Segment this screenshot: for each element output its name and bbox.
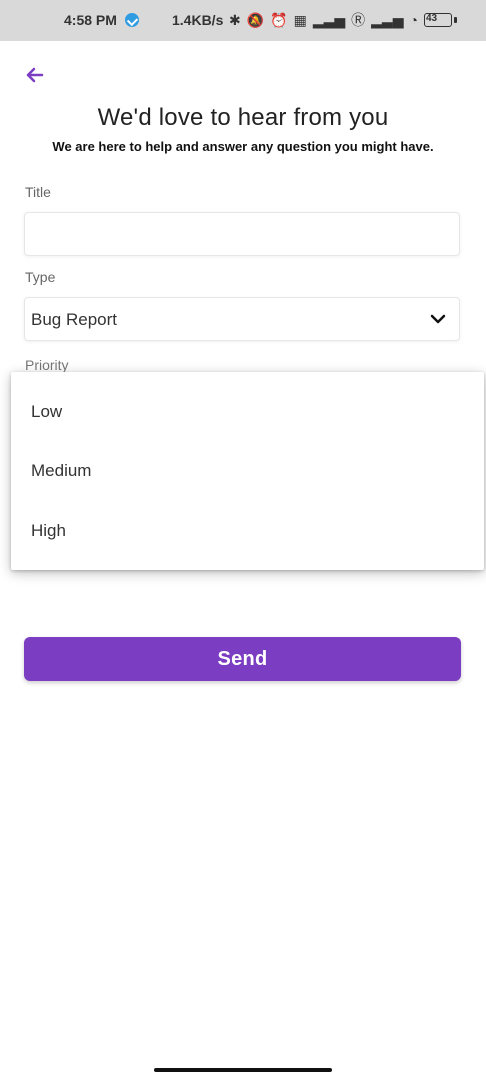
home-indicator[interactable] (154, 1068, 332, 1072)
page-subtitle: We are here to help and answer any quest… (52, 139, 434, 154)
status-icons: ✱ 🔕 ⏰ ▦ ▂▃▅ Ⓡ ▂▃▅ ◔ 43 (229, 10, 457, 30)
send-button[interactable]: Send (24, 637, 461, 681)
signal-1-icon: ▂▃▅ (312, 11, 346, 28)
alarm-icon: ⏰ (270, 11, 288, 28)
wifi-icon: ◔ (409, 12, 418, 28)
title-label: Title (25, 184, 51, 200)
battery-tip (453, 17, 457, 23)
telegram-icon (125, 13, 139, 27)
battery-level: 43 (425, 13, 438, 24)
volte-icon: ▦ (293, 11, 307, 28)
back-button[interactable] (22, 62, 48, 88)
priority-option-high[interactable]: High (31, 521, 66, 541)
type-label: Type (25, 269, 56, 285)
priority-option-medium[interactable]: Medium (31, 461, 91, 481)
priority-dropdown: Low Medium High (11, 372, 484, 570)
roaming-icon: Ⓡ (351, 12, 366, 28)
mute-icon: 🔕 (246, 11, 265, 28)
priority-option-low[interactable]: Low (31, 402, 62, 422)
priority-label: Priority (25, 357, 69, 373)
arrow-left-icon (26, 67, 44, 83)
type-selected-value: Bug Report (31, 310, 117, 329)
status-bar: 4:58 PM 1.4KB/s ✱ 🔕 ⏰ ▦ ▂▃▅ Ⓡ ▂▃▅ ◔ 43 (0, 0, 486, 41)
signal-2-icon: ▂▃▅ (371, 11, 404, 28)
type-select[interactable]: Bug Report (24, 297, 460, 341)
page-title: We'd love to hear from you (97, 104, 389, 131)
network-speed: 1.4KB/s (172, 12, 224, 28)
bluetooth-icon: ✱ (229, 11, 241, 28)
status-time: 4:58 PM (64, 12, 117, 28)
title-input[interactable] (25, 213, 459, 255)
title-field-box (24, 212, 460, 256)
battery-icon: 43 (423, 13, 452, 27)
chevron-down-icon (430, 314, 446, 324)
